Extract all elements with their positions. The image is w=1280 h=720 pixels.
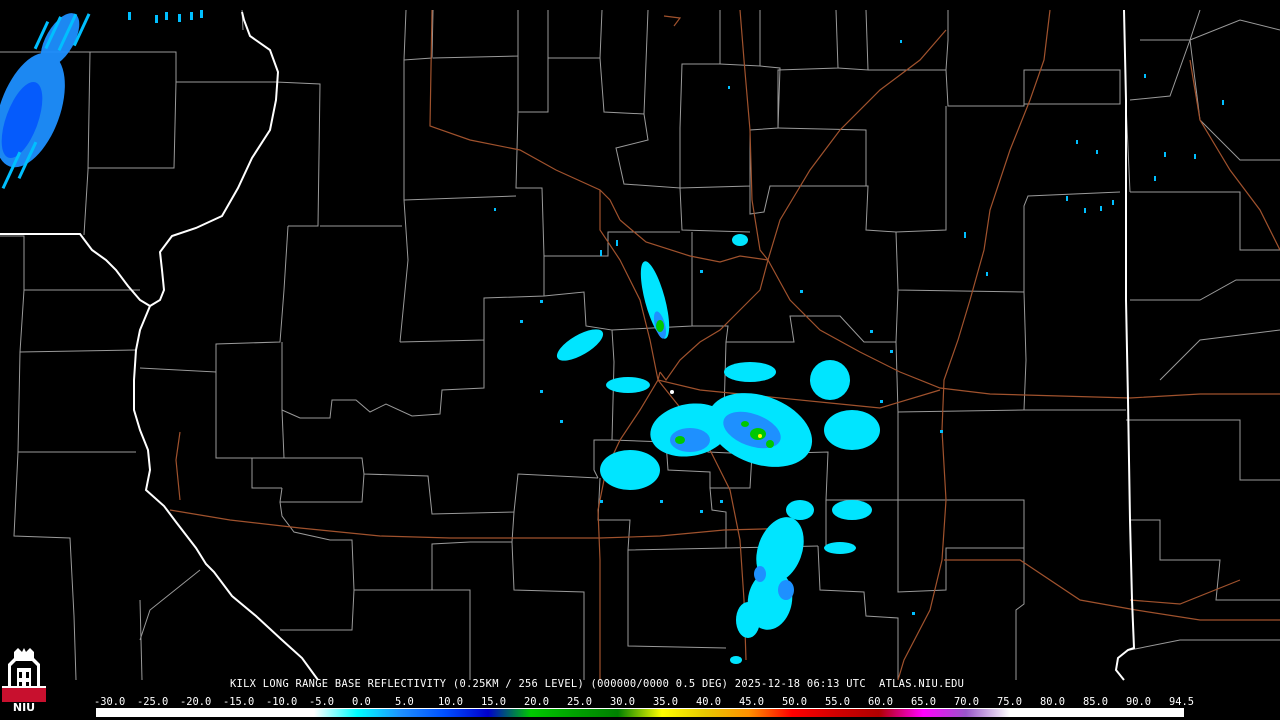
legend-color-segment	[183, 709, 227, 717]
legend-color-segment	[1096, 709, 1141, 717]
legend-color-segment	[574, 709, 619, 717]
legend-scale-label: 20.0	[524, 696, 550, 708]
legend-color-segment	[966, 709, 1010, 717]
legend-color-segment	[96, 709, 140, 717]
legend-color-segment	[792, 709, 836, 717]
legend-scale-label: 80.0	[1040, 696, 1066, 708]
legend-color-segment	[270, 709, 314, 717]
legend-scale-labels: -30.0 -25.0 -20.0 -15.0 -10.0 -5.0 0.0 5.0 10.0 1…	[94, 696, 1204, 708]
legend-scale-label: 50.0	[782, 696, 808, 708]
legend-color-segment	[313, 709, 358, 717]
legend-scale-label: 85.0	[1083, 696, 1109, 708]
radar-map	[0, 9, 1280, 681]
legend-color-segment	[1009, 709, 1054, 717]
product-caption: KILX LONG RANGE BASE REFLECTIVITY (0.25K…	[230, 678, 965, 690]
legend-color-segment	[705, 709, 749, 717]
legend-scale-label: 5.0	[395, 696, 414, 708]
legend-scale-label: 0.0	[352, 696, 371, 708]
legend-scale-label: 30.0	[610, 696, 636, 708]
legend-scale-label: 90.0	[1126, 696, 1152, 708]
legend-color-segment	[748, 709, 793, 717]
niu-logo: NIU	[2, 646, 46, 716]
legend-scale-label: -5.0	[309, 696, 335, 708]
county-boundaries	[0, 9, 1280, 681]
legend-color-segment	[226, 709, 271, 717]
legend-scale-label: -30.0	[94, 696, 126, 708]
legend-scale-label: -20.0	[180, 696, 212, 708]
university-tower-icon	[2, 648, 46, 702]
legend-scale-label: 40.0	[696, 696, 722, 708]
legend-color-segment	[922, 709, 967, 717]
legend-color-segment	[835, 709, 880, 717]
legend-scale-label: 60.0	[868, 696, 894, 708]
legend-color-segment	[357, 709, 401, 717]
legend-color-segment	[618, 709, 662, 717]
legend-scale-label: 94.5	[1169, 696, 1195, 708]
legend-scale-label: 10.0	[438, 696, 464, 708]
legend-scale-label: 70.0	[954, 696, 980, 708]
legend-scale-label: -25.0	[137, 696, 169, 708]
niu-logo-text: NIU	[12, 701, 36, 714]
legend-scale-label: 15.0	[481, 696, 507, 708]
legend-color-segment	[444, 709, 488, 717]
legend-scale-label: 75.0	[997, 696, 1023, 708]
legend-scale-label: -10.0	[266, 696, 298, 708]
legend-color-segment	[487, 709, 532, 717]
legend-color-segment	[531, 709, 575, 717]
legend-color-segment	[1053, 709, 1097, 717]
legend-scale-label: 65.0	[911, 696, 937, 708]
legend-color-segment	[879, 709, 923, 717]
legend-scale-label: -15.0	[223, 696, 255, 708]
legend-color-segment	[661, 709, 706, 717]
legend-scale-label: 55.0	[825, 696, 851, 708]
legend-colorbar	[96, 708, 1184, 717]
legend-scale-label: 45.0	[739, 696, 765, 708]
legend-color-segment	[139, 709, 184, 717]
legend-scale-label: 35.0	[653, 696, 679, 708]
radar-site-marker	[670, 390, 674, 394]
highways	[169, 9, 1280, 681]
legend-scale-label: 25.0	[567, 696, 593, 708]
legend-color-segment	[400, 709, 445, 717]
legend-color-segment	[1140, 709, 1184, 717]
radar-display: NIU KILX LONG RANGE BASE REFLECTIVITY (0…	[0, 0, 1280, 720]
